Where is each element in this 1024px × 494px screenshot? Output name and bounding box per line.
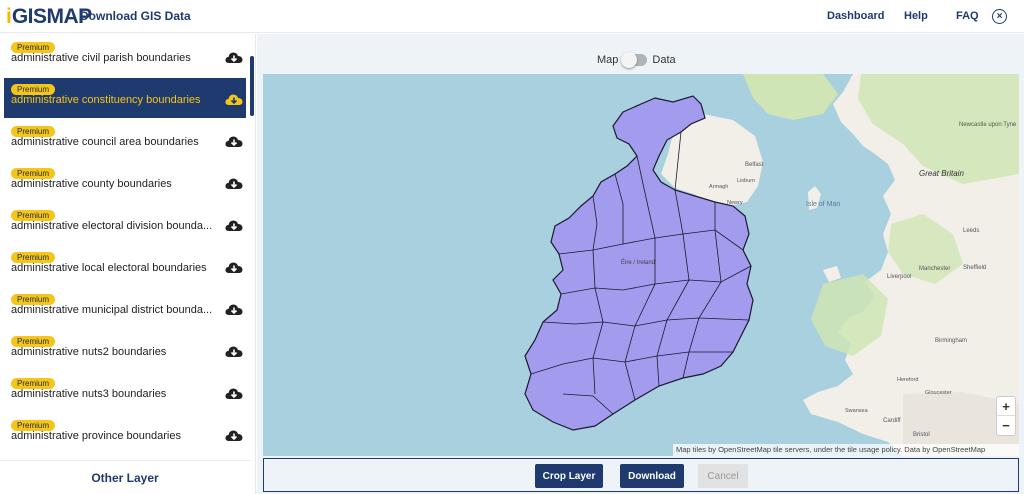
- layer-list: Premium administrative civil parish boun…: [0, 34, 250, 460]
- top-header: i GISMAP Download GIS Data Dashboard Hel…: [0, 0, 1024, 33]
- action-bar: Crop Layer Download Cancel: [263, 458, 1019, 492]
- label-lisburn: Lisburn: [737, 178, 755, 184]
- cloud-download-icon[interactable]: [225, 261, 243, 275]
- zoom-control: + −: [996, 396, 1016, 436]
- layer-item-electoral-division[interactable]: Premium administrative electoral divisio…: [4, 204, 246, 244]
- igismap-logo[interactable]: i GISMAP: [6, 5, 92, 29]
- cloud-download-icon[interactable]: [225, 51, 243, 65]
- map-data-toggle[interactable]: [621, 52, 648, 68]
- app-root: i GISMAP Download GIS Data Dashboard Hel…: [0, 0, 1024, 494]
- layer-sidebar: Premium administrative civil parish boun…: [0, 34, 256, 494]
- layer-label: administrative civil parish boundaries: [11, 52, 191, 64]
- layer-label: administrative electoral division bounda…: [11, 220, 213, 232]
- layer-item-council-area[interactable]: Premium administrative council area boun…: [4, 120, 246, 160]
- cloud-download-icon[interactable]: [225, 303, 243, 317]
- label-sheffield: Sheffield: [963, 265, 986, 271]
- layer-label: administrative constituency boundaries: [11, 94, 201, 106]
- crop-layer-button[interactable]: Crop Layer: [535, 464, 603, 488]
- cloud-download-icon[interactable]: [225, 135, 243, 149]
- gb-green-north: [858, 74, 1019, 184]
- layer-label: administrative nuts2 boundaries: [11, 346, 167, 358]
- layer-item-province[interactable]: Premium administrative province boundari…: [4, 414, 246, 454]
- cloud-download-icon[interactable]: [225, 429, 243, 443]
- label-liverpool: Liverpool: [887, 274, 911, 280]
- download-button[interactable]: Download: [620, 464, 684, 488]
- label-leeds: Leeds: [963, 228, 979, 234]
- toggle-label-map: Map: [597, 54, 619, 66]
- other-layer-button[interactable]: Other Layer: [0, 460, 250, 494]
- layer-item-municipal-district[interactable]: Premium administrative municipal distric…: [4, 288, 246, 328]
- label-great-britain: Great Britain: [919, 169, 964, 178]
- cloud-download-icon[interactable]: [225, 93, 243, 107]
- layer-label: administrative local electoral boundarie…: [11, 262, 207, 274]
- cloud-download-icon[interactable]: [225, 387, 243, 401]
- map-panel: Map Data Great Britain Isle of Man Belfa…: [257, 34, 1024, 494]
- layer-item-constituency[interactable]: Premium administrative constituency boun…: [4, 78, 246, 118]
- layer-item-county[interactable]: Premium administrative county boundaries: [4, 162, 246, 202]
- toggle-knob[interactable]: [621, 52, 638, 68]
- label-armagh: Armagh: [709, 184, 728, 190]
- label-manchester: Manchester: [919, 266, 950, 272]
- toggle-label-data: Data: [652, 54, 676, 66]
- page-title: Download GIS Data: [80, 9, 191, 23]
- cloud-download-icon[interactable]: [225, 345, 243, 359]
- label-newry: Newry: [727, 200, 743, 206]
- label-gloucester: Gloucester: [925, 390, 952, 396]
- layer-label: administrative municipal district bounda…: [11, 304, 213, 316]
- label-eire: Éire / Ireland: [621, 259, 655, 266]
- basemap: Great Britain Isle of Man Belfast Lisbur…: [524, 74, 1019, 456]
- sidebar-scrollbar[interactable]: [250, 56, 254, 116]
- layer-label: administrative county boundaries: [11, 178, 172, 190]
- label-hereford: Hereford: [897, 377, 918, 383]
- label-bristol: Bristol: [913, 432, 930, 438]
- label-newcastle: Newcastle upon Tyne: [959, 122, 1017, 128]
- layer-item-civil-parish[interactable]: Premium administrative civil parish boun…: [4, 36, 246, 76]
- anglesey-land: [823, 266, 841, 282]
- layer-item-nuts3[interactable]: Premium administrative nuts3 boundaries: [4, 372, 246, 412]
- layer-item-nuts2[interactable]: Premium administrative nuts2 boundaries: [4, 330, 246, 370]
- label-swansea: Swansea: [845, 408, 869, 414]
- close-icon[interactable]: ×: [992, 9, 1007, 24]
- label-cardiff: Cardiff: [883, 418, 901, 424]
- zoom-in-button[interactable]: +: [997, 397, 1015, 416]
- map-view[interactable]: Great Britain Isle of Man Belfast Lisbur…: [263, 74, 1019, 456]
- cloud-download-icon[interactable]: [225, 219, 243, 233]
- nav-faq[interactable]: FAQ: [956, 10, 979, 22]
- scotland-sw-land: [743, 74, 838, 120]
- label-belfast: Belfast: [745, 162, 764, 168]
- label-isle-of-man: Isle of Man: [806, 201, 840, 208]
- cancel-button[interactable]: Cancel: [698, 464, 748, 488]
- zoom-out-button[interactable]: −: [997, 416, 1015, 435]
- label-birmingham: Birmingham: [935, 338, 967, 344]
- cloud-download-icon[interactable]: [225, 177, 243, 191]
- layer-item-local-electoral[interactable]: Premium administrative local electoral b…: [4, 246, 246, 286]
- map-attribution: Map tiles by OpenStreetMap tile servers,…: [673, 444, 1019, 456]
- nav-help[interactable]: Help: [904, 10, 928, 22]
- layer-label: administrative province boundaries: [11, 430, 181, 442]
- layer-label: administrative nuts3 boundaries: [11, 388, 167, 400]
- map-data-toggle-row: Map Data: [597, 52, 676, 68]
- layer-label: administrative council area boundaries: [11, 136, 199, 148]
- nav-dashboard[interactable]: Dashboard: [827, 10, 884, 22]
